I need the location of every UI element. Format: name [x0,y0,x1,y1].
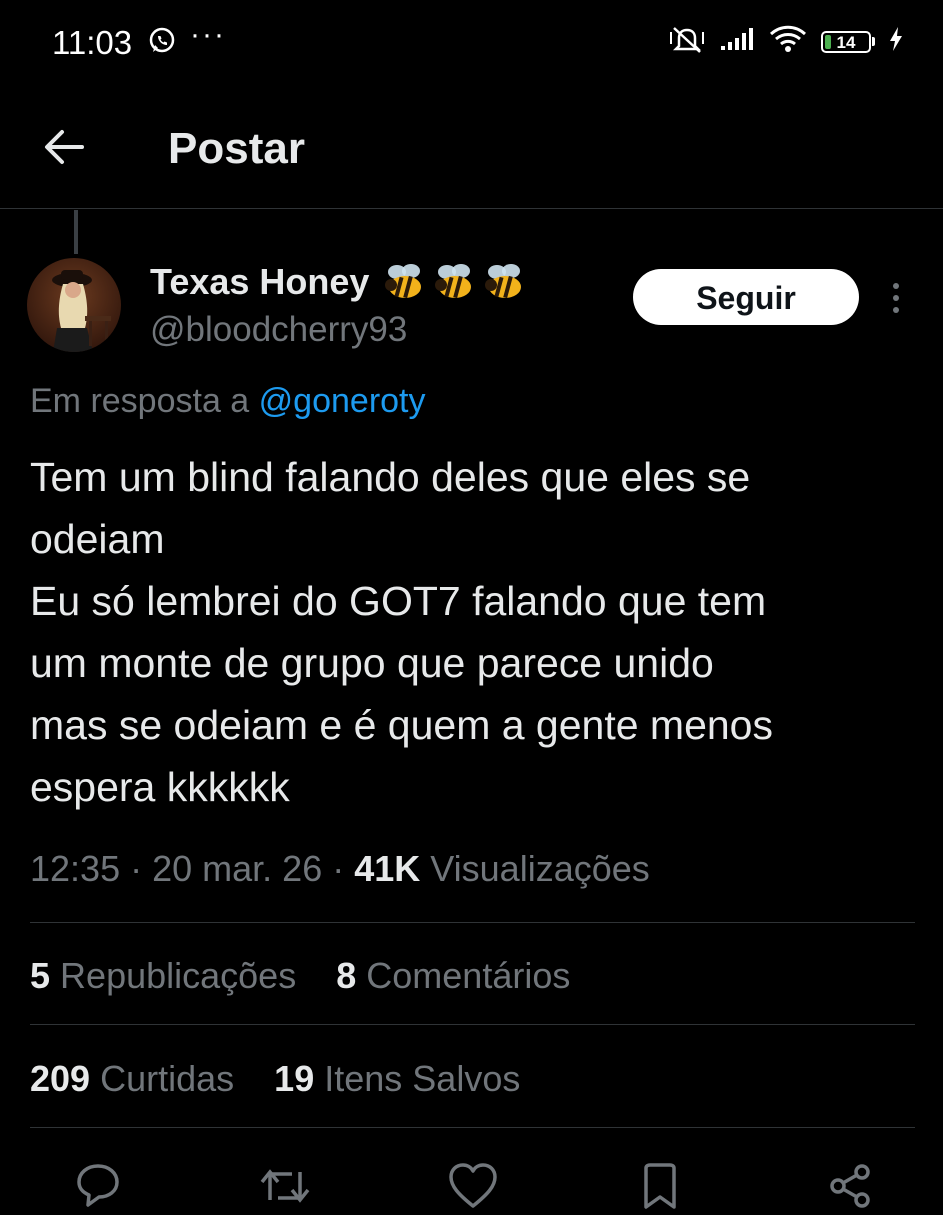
tweet-text-line: espera kkkkkk [30,764,290,810]
status-time: 11:03 [52,24,133,61]
tweet-text-line: odeiam [30,516,165,562]
likes-count: 209 [30,1058,91,1099]
bee-emoji-icon [385,264,422,299]
bookmark-icon[interactable] [640,1162,680,1215]
top-bar: Postar [0,90,943,209]
reply-context: Em resposta a @goneroty [30,382,426,421]
author-name[interactable]: Texas Honey [150,261,369,303]
status-more-dots: ··· [190,18,226,51]
wifi-icon [769,25,807,58]
author-name-row[interactable]: Texas Honey [150,261,527,303]
tweet-time: 12:35 [30,848,121,889]
repost-icon[interactable] [258,1162,312,1215]
more-options-icon[interactable] [883,281,909,320]
reply-prefix: Em resposta a [30,382,250,420]
signal-icon [719,26,755,57]
comments-stat[interactable]: 8 Comentários [336,955,570,996]
saves-count: 19 [274,1058,315,1099]
tweet-text-line: Tem um blind falando deles que eles se [30,454,751,500]
back-arrow-icon[interactable] [42,127,86,172]
likes-stat[interactable]: 209 Curtidas [30,1058,234,1099]
action-bar [0,1150,943,1209]
comments-label: Comentários [366,955,571,996]
bee-emoji-icon [435,264,472,299]
reply-icon[interactable] [74,1162,122,1215]
tweet-meta: 12:35 · 20 mar. 26 · 41K Visualizações [30,848,650,889]
views-count: 41K [354,848,421,889]
engagement-stats-row-1: 5 Republicações 8 Comentários [30,955,600,997]
thread-connector-line [74,210,78,254]
tweet-date: 20 mar. 26 [152,848,323,889]
tweet-text-line: mas se odeiam e é quem a gente menos [30,702,773,748]
reposts-count: 5 [30,955,51,996]
tweet-text-line: um monte de grupo que parece unido [30,640,714,686]
follow-button[interactable]: Seguir [633,269,859,325]
battery-level: 14 [836,32,856,52]
share-icon[interactable] [826,1162,874,1215]
tweet-text-line: Eu só lembrei do GOT7 falando que tem [30,578,767,624]
reply-mention-link[interactable]: @goneroty [259,382,426,420]
views-label[interactable]: Visualizações [430,848,649,889]
status-bar: 11:03 ··· 14 [0,0,943,90]
reposts-stat[interactable]: 5 Republicações [30,955,296,996]
engagement-stats-row-2: 209 Curtidas 19 Itens Salvos [30,1058,550,1100]
divider [30,1024,915,1025]
like-icon[interactable] [448,1162,498,1215]
saves-label: Itens Salvos [324,1058,521,1099]
reposts-label: Republicações [60,955,297,996]
whatsapp-icon [147,26,177,61]
bee-emoji-group [383,263,527,301]
divider [30,1127,915,1128]
battery-icon: 14 [821,30,875,53]
bee-emoji-icon [485,264,522,299]
likes-label: Curtidas [100,1058,235,1099]
saves-stat[interactable]: 19 Itens Salvos [274,1058,520,1099]
comments-count: 8 [336,955,357,996]
author-handle[interactable]: @bloodcherry93 [150,310,407,350]
avatar[interactable] [27,258,121,352]
tweet-text: Tem um blind falando deles que eles se o… [30,446,930,818]
charging-icon [889,26,903,57]
divider [30,922,915,923]
mute-icon [669,24,705,59]
page-title: Postar [168,124,305,173]
